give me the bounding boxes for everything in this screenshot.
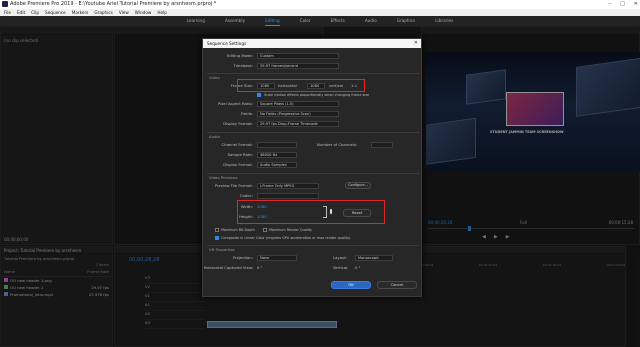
window-titlebar: Adobe Premiere Pro 2019 - E:\Youtube Ari… [0,0,640,9]
composite-linear-checkbox[interactable] [215,236,219,240]
layout-select[interactable]: Monoscopic [355,255,393,261]
workspace-libraries[interactable]: Libraries [435,16,453,26]
channels-field[interactable] [371,142,393,148]
channel-format-row: Channel Format: Number of Channels: [203,141,423,149]
menu-help[interactable]: Help [157,9,167,16]
divider [207,173,419,174]
vr-section-label: VR Properties [209,247,235,252]
fields-select[interactable]: No Fields (Progressive Scan) [257,111,339,117]
ok-button[interactable]: OK [331,281,371,289]
codec-select[interactable] [257,193,319,199]
timebase-select[interactable]: 29.97 frames/second [257,63,339,69]
display-format-row: Display Format: 29.97 fps Drop-Frame Tim… [203,120,423,128]
workspace-audio[interactable]: Audio [365,16,377,26]
max-render-quality-checkbox[interactable] [263,228,267,232]
editing-mode-select[interactable]: Custom [257,53,339,59]
sequence-settings-dialog: Sequence Settings ✕ Editing Mode: Custom… [202,38,422,297]
menu-clip[interactable]: Clip [31,9,39,16]
timebase-row: Timebase: 29.97 frames/second [203,62,423,70]
workspace-graphics[interactable]: Graphics [397,16,416,26]
menu-graphics[interactable]: Graphics [94,9,113,16]
workspace-editing[interactable]: Editing [265,16,280,26]
workspace-effects[interactable]: Effects [331,16,345,26]
channel-format-select[interactable] [257,142,297,148]
codec-row: Codec: [203,192,423,200]
preview-size-highlight [237,200,385,224]
composite-linear-row: Composite in Linear Color (requires GPU … [203,234,423,242]
projection-row: Projection: None Layout: Monoscopic [203,254,423,262]
horizontal-view-value[interactable]: 0 ° [257,264,263,272]
close-icon[interactable]: ✕ [414,39,418,48]
maximize-icon[interactable]: □ [620,0,625,9]
scale-motion-row: Scale motion effects proportionally when… [203,91,423,99]
configure-button[interactable]: Configure... [345,182,371,189]
menu-markers[interactable]: Markers [72,9,89,16]
sample-rate-select[interactable]: 48000 Hz [257,152,297,158]
menu-view[interactable]: View [119,9,129,16]
minimize-icon[interactable]: – [609,0,612,9]
premiere-app-icon [2,1,8,7]
editing-mode-row: Editing Mode: Custom [203,52,423,60]
projection-select[interactable]: None [257,255,297,261]
dialog-title: Sequence Settings [207,41,247,46]
video-previews-section-label: Video Previews [209,175,238,180]
captured-view-row: Horizontal Captured View: 0 ° Vertical: … [203,264,361,272]
display-format-select[interactable]: 29.97 fps Drop-Frame Timecode [257,121,339,127]
menu-file[interactable]: File [4,9,11,16]
render-options-row: Maximum Bit Depth Maximum Render Quality [203,226,423,234]
audio-display-format-select[interactable]: Audio Samples [257,162,297,168]
menu-window[interactable]: Window [135,9,152,16]
audio-display-format-row: Display Format: Audio Samples [203,161,423,169]
window-controls: – □ ✕ [609,0,638,9]
fields-row: Fields: No Fields (Progressive Scan) [203,110,423,118]
cancel-button[interactable]: Cancel [377,281,417,289]
preview-file-format-row: Preview File Format: I-Frame Only MPEG C… [203,182,423,190]
max-bit-depth-checkbox[interactable] [215,228,219,232]
video-section-label: Video [209,75,220,80]
audio-section-label: Audio [209,134,220,139]
divider [207,245,419,246]
workspace-color[interactable]: Color [300,16,311,26]
workspace-assembly[interactable]: Assembly [225,16,245,26]
close-window-icon[interactable]: ✕ [634,0,638,9]
workspace-learning[interactable]: Learning [187,16,205,26]
pixel-aspect-select[interactable]: Square Pixels (1.0) [257,101,339,107]
divider [207,132,419,133]
divider [207,73,419,74]
menu-edit[interactable]: Edit [17,9,25,16]
dialog-titlebar: Sequence Settings ✕ [203,39,421,48]
scale-motion-checkbox[interactable] [257,93,261,97]
workspaces-bar: Learning Assembly Editing Color Effects … [0,16,640,26]
sample-rate-row: Sample Rate: 48000 Hz [203,151,423,159]
pixel-aspect-row: Pixel Aspect Ratio: Square Pixels (1.0) [203,100,423,108]
menu-bar: File Edit Clip Sequence Markers Graphics… [0,9,640,16]
menu-sequence[interactable]: Sequence [45,9,66,16]
window-title: Adobe Premiere Pro 2019 - E:\Youtube Ari… [10,1,217,7]
preview-file-format-select[interactable]: I-Frame Only MPEG [257,183,319,189]
vertical-view-value[interactable]: 0 ° [355,264,361,272]
